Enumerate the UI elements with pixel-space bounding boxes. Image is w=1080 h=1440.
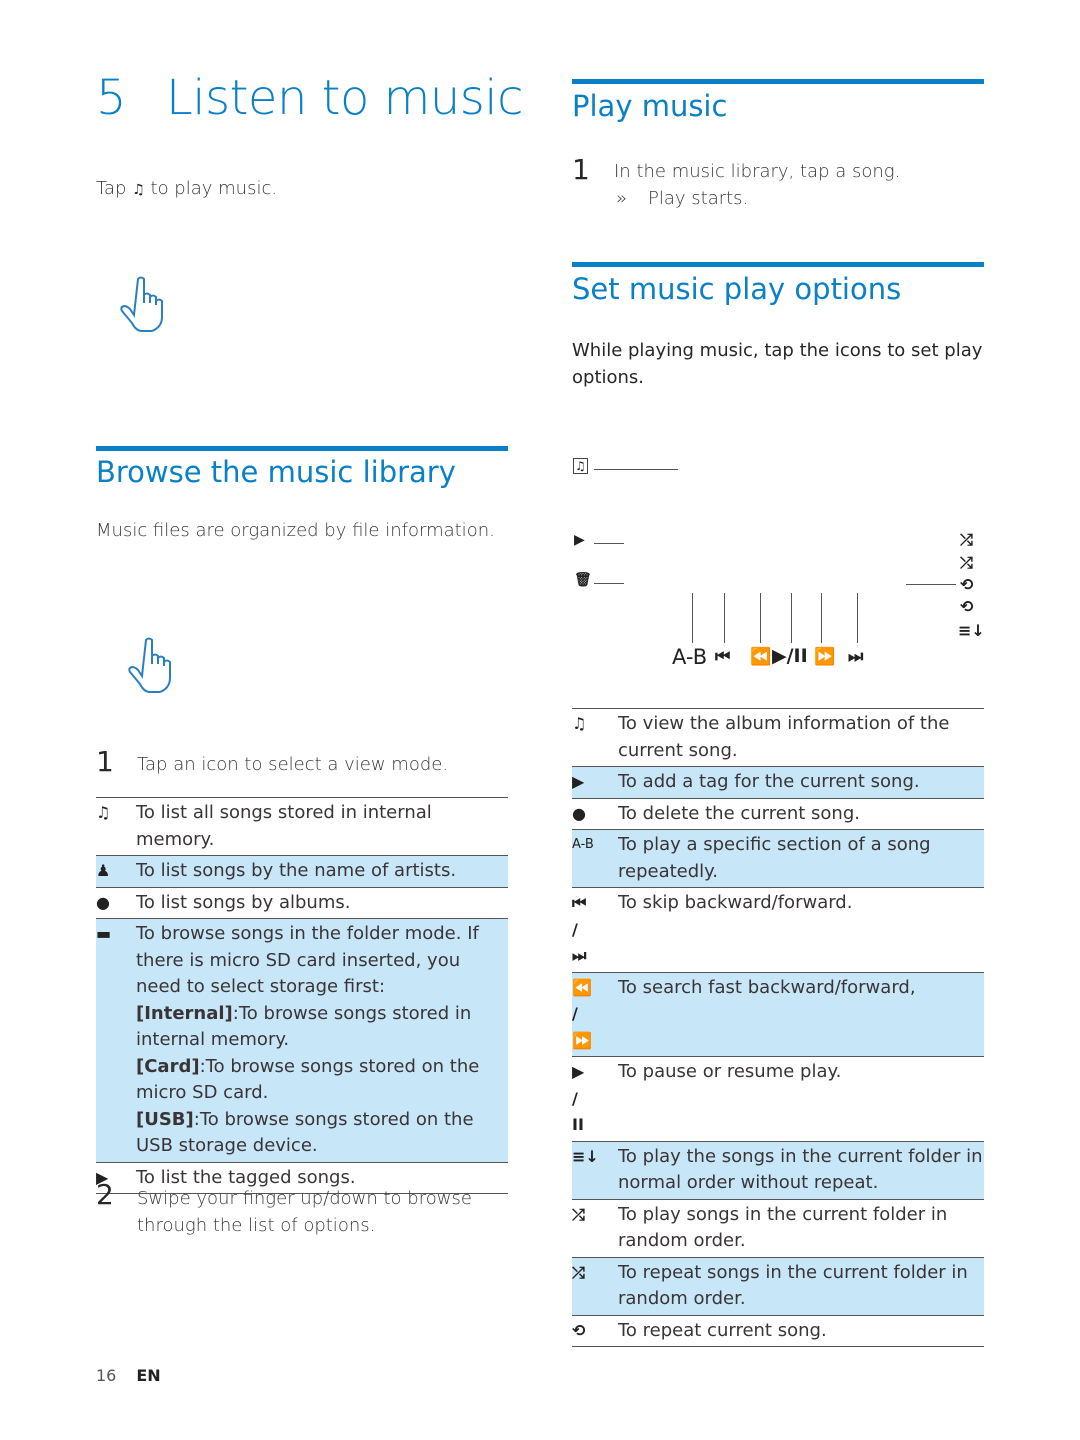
table-row: ♫ To view the album information of the cu…: [572, 708, 984, 767]
artist-icon: ♟: [96, 861, 111, 880]
music-note-icon: ♫: [96, 803, 111, 822]
table-row: ▶ To add a tag for the current song.: [572, 766, 984, 798]
shuffle-icon: ⤮: [960, 530, 973, 549]
browse-description: Music files are organized by file inform…: [96, 520, 495, 541]
table-row: A-B To play a specific section of a song …: [572, 829, 984, 888]
section-rule: [572, 79, 984, 84]
fast-forward-button[interactable]: ⏩: [814, 647, 835, 667]
add-tag-icon: ▶: [572, 772, 585, 791]
table-row: ⤮ To play songs in the current folder in …: [572, 1199, 984, 1257]
delete-icon: 🗑: [574, 572, 592, 588]
table-row: ≡↓ To play the songs in the current folde…: [572, 1141, 984, 1199]
play-pause-icon: ▶ / II: [572, 1062, 585, 1134]
folder-icon: ▬: [96, 924, 112, 943]
table-row: ⟲ To repeat current song.: [572, 1315, 984, 1347]
section-rule: [96, 446, 508, 451]
page-footer: 16 EN: [96, 1366, 161, 1385]
album-info-icon: ♫: [572, 714, 587, 733]
add-tag-icon: ▶: [574, 532, 585, 548]
music-app-icon: ♫: [132, 182, 145, 198]
repeat-one-icon: ⟲: [960, 575, 974, 594]
chapter-number: 5: [96, 70, 127, 126]
player-diagram: ♫ ▶ 🗑 ⤮ ⤮ ⟲ ⟲ ≡↓ A-B ⏮ ⏪ ▶/II ⏩ ⏭: [572, 440, 985, 680]
shuffle-repeat-icon: ⤮: [960, 553, 973, 572]
view-mode-table: ♫ To list all songs stored in internal m…: [96, 797, 508, 1194]
play-options-table: ♫ To view the album information of the cu…: [572, 708, 984, 1347]
ab-repeat-icon: A-B: [572, 837, 594, 852]
rewind-button[interactable]: ⏪: [750, 647, 771, 667]
previous-button[interactable]: ⏮: [715, 647, 730, 667]
play-heading: Play music: [572, 89, 728, 123]
normal-order-icon: ≡↓: [958, 621, 985, 640]
search-fast-icon: ⏪ / ⏩: [572, 977, 592, 1050]
table-row: ♟ To list songs by the name of artists.: [96, 855, 508, 887]
shuffle-icon: ⤮: [572, 1204, 585, 1224]
table-row: ⤮ To repeat songs in the current folder i…: [572, 1257, 984, 1315]
options-heading: Set music play options: [572, 272, 902, 306]
table-row: ⏪ / ⏩ To search fast backward/forward,: [572, 972, 984, 1057]
album-info-icon: ♫: [573, 458, 588, 474]
ab-repeat-button[interactable]: A-B: [672, 645, 707, 669]
play-pause-button[interactable]: ▶/II: [772, 645, 808, 667]
next-button[interactable]: ⏭: [848, 647, 863, 667]
table-row: ▶ / II To pause or resume play.: [572, 1057, 984, 1141]
table-row: ● To delete the current song.: [572, 798, 984, 830]
section-rule: [572, 262, 984, 267]
table-row: ▬ To browse songs in the folder mode. If…: [96, 918, 508, 1162]
table-row: ♫ To list all songs stored in internal m…: [96, 797, 508, 856]
table-row: ⏮ / ⏭ To skip backward/forward.: [572, 888, 984, 972]
browse-heading: Browse the music library: [96, 455, 456, 489]
intro-text: Tap ♫ to play music.: [96, 178, 278, 199]
skip-icon: ⏮ / ⏭: [572, 893, 587, 965]
normal-order-icon: ≡↓: [572, 1146, 599, 1166]
tap-hand-icon: [120, 276, 163, 332]
options-description: While playing music, tap the icons to se…: [572, 340, 983, 388]
repeat-all-icon: ⟲: [960, 597, 974, 616]
tap-hand-icon: [128, 637, 171, 693]
page-number: 16: [96, 1366, 117, 1385]
shuffle-repeat-icon: ⤮: [572, 1262, 585, 1282]
repeat-one-icon: ⟲: [572, 1320, 586, 1340]
chapter-title-text: Listen to music: [166, 70, 523, 126]
chapter-title: 5 Listen to music: [96, 70, 523, 126]
language-code: EN: [136, 1366, 161, 1385]
table-row: ● To list songs by albums.: [96, 887, 508, 919]
album-icon: ●: [96, 892, 110, 912]
delete-icon: ●: [572, 803, 586, 823]
